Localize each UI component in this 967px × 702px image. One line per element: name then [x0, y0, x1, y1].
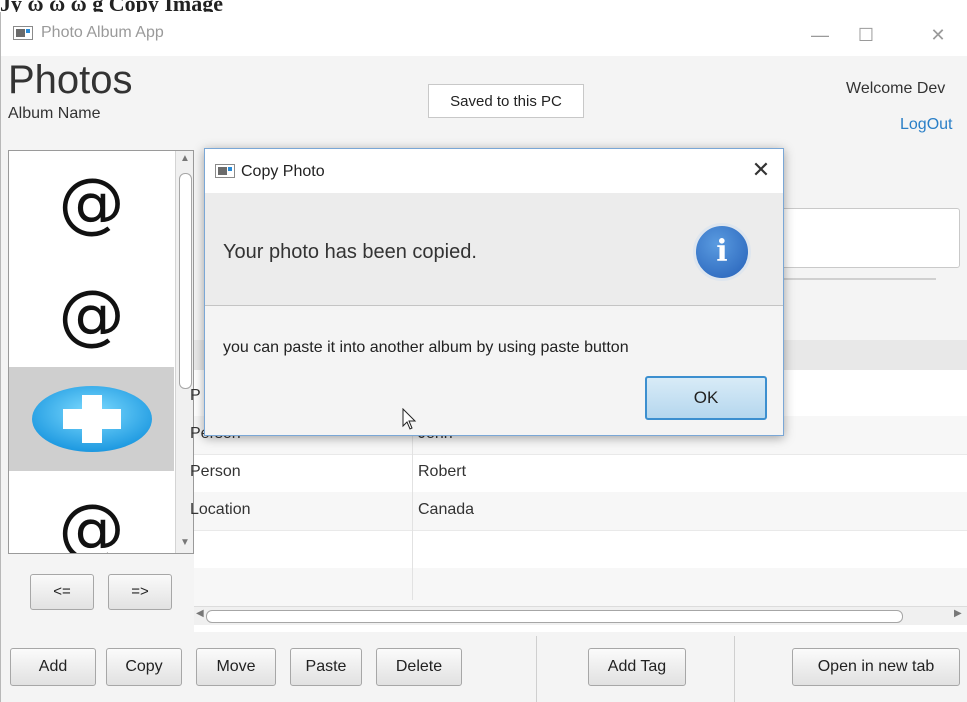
toolbar-separator: [734, 636, 735, 702]
mouse-cursor-icon: [402, 408, 417, 430]
delete-button[interactable]: Delete: [376, 648, 462, 686]
scrollbar-thumb[interactable]: [206, 610, 903, 623]
tag-value-cell: Canada: [418, 501, 475, 518]
at-sign-icon: @: [58, 164, 125, 241]
logout-link[interactable]: LogOut: [900, 116, 952, 134]
scroll-up-icon[interactable]: ▲: [180, 153, 190, 164]
ok-button[interactable]: OK: [645, 376, 767, 420]
table-row[interactable]: Location Canada: [190, 492, 967, 531]
detail-field[interactable]: [780, 208, 960, 268]
copy-button[interactable]: Copy: [106, 648, 182, 686]
dialog-message: you can paste it into another album by u…: [223, 339, 629, 356]
add-button[interactable]: Add: [10, 648, 96, 686]
dialog-titlebar: Copy Photo ✕: [205, 149, 783, 193]
maximize-button[interactable]: ☐: [843, 20, 889, 50]
window-titlebar: Photo Album App — ☐ ✕: [1, 12, 967, 56]
paste-button[interactable]: Paste: [290, 648, 362, 686]
scrollbar-thumb[interactable]: [179, 173, 192, 389]
at-sign-icon: @: [58, 276, 125, 353]
tag-type-cell: Location: [190, 501, 251, 518]
thumbnail-item[interactable]: @: [9, 479, 174, 554]
tag-type-cell: P: [190, 387, 201, 404]
scroll-left-icon[interactable]: ◀: [196, 608, 204, 619]
page-title: Photos: [8, 58, 133, 102]
move-button[interactable]: Move: [196, 648, 276, 686]
minimize-button[interactable]: —: [797, 20, 843, 50]
app-window-icon: [215, 164, 235, 178]
welcome-text: Welcome Dev: [846, 80, 946, 97]
scroll-down-icon[interactable]: ▼: [180, 537, 190, 548]
thumbnail-item[interactable]: @: [9, 153, 174, 255]
table-row[interactable]: Person Robert: [190, 454, 967, 493]
thumbnail-item[interactable]: @: [9, 265, 174, 367]
dialog-heading: Your photo has been copied.: [223, 241, 477, 263]
toolbar-separator: [536, 636, 537, 702]
tag-type-cell: Person: [190, 463, 241, 480]
scroll-right-icon[interactable]: ▶: [954, 608, 962, 619]
table-horizontal-scrollbar[interactable]: ◀ ▶: [194, 606, 967, 625]
add-tag-button[interactable]: Add Tag: [588, 648, 686, 686]
tag-value-cell: Robert: [418, 463, 467, 480]
album-name-label: Album Name: [8, 105, 101, 122]
info-icon: i: [693, 223, 751, 281]
app-window-icon: [13, 26, 33, 40]
divider: [780, 278, 936, 280]
thumbnail-item-selected[interactable]: [9, 367, 174, 471]
previous-photo-button[interactable]: <=: [30, 574, 94, 610]
next-photo-button[interactable]: =>: [108, 574, 172, 610]
save-status-label: Saved to this PC: [428, 84, 584, 118]
table-row[interactable]: [194, 568, 967, 607]
open-in-new-tab-button[interactable]: Open in new tab: [792, 648, 960, 686]
table-row[interactable]: [194, 530, 967, 569]
at-sign-icon: @: [58, 490, 125, 554]
thumbnail-scrollbar[interactable]: ▲ ▼: [175, 151, 193, 553]
plus-icon: [32, 386, 152, 452]
window-title: Photo Album App: [41, 24, 164, 41]
dialog-close-button[interactable]: ✕: [741, 157, 781, 183]
dialog-header: Your photo has been copied. i: [205, 193, 783, 306]
thumbnail-list[interactable]: @ @ @ ▲ ▼: [8, 150, 194, 554]
copy-photo-dialog: Copy Photo ✕ Your photo has been copied.…: [204, 148, 784, 436]
dialog-title: Copy Photo: [241, 163, 325, 180]
close-button[interactable]: ✕: [915, 20, 961, 50]
